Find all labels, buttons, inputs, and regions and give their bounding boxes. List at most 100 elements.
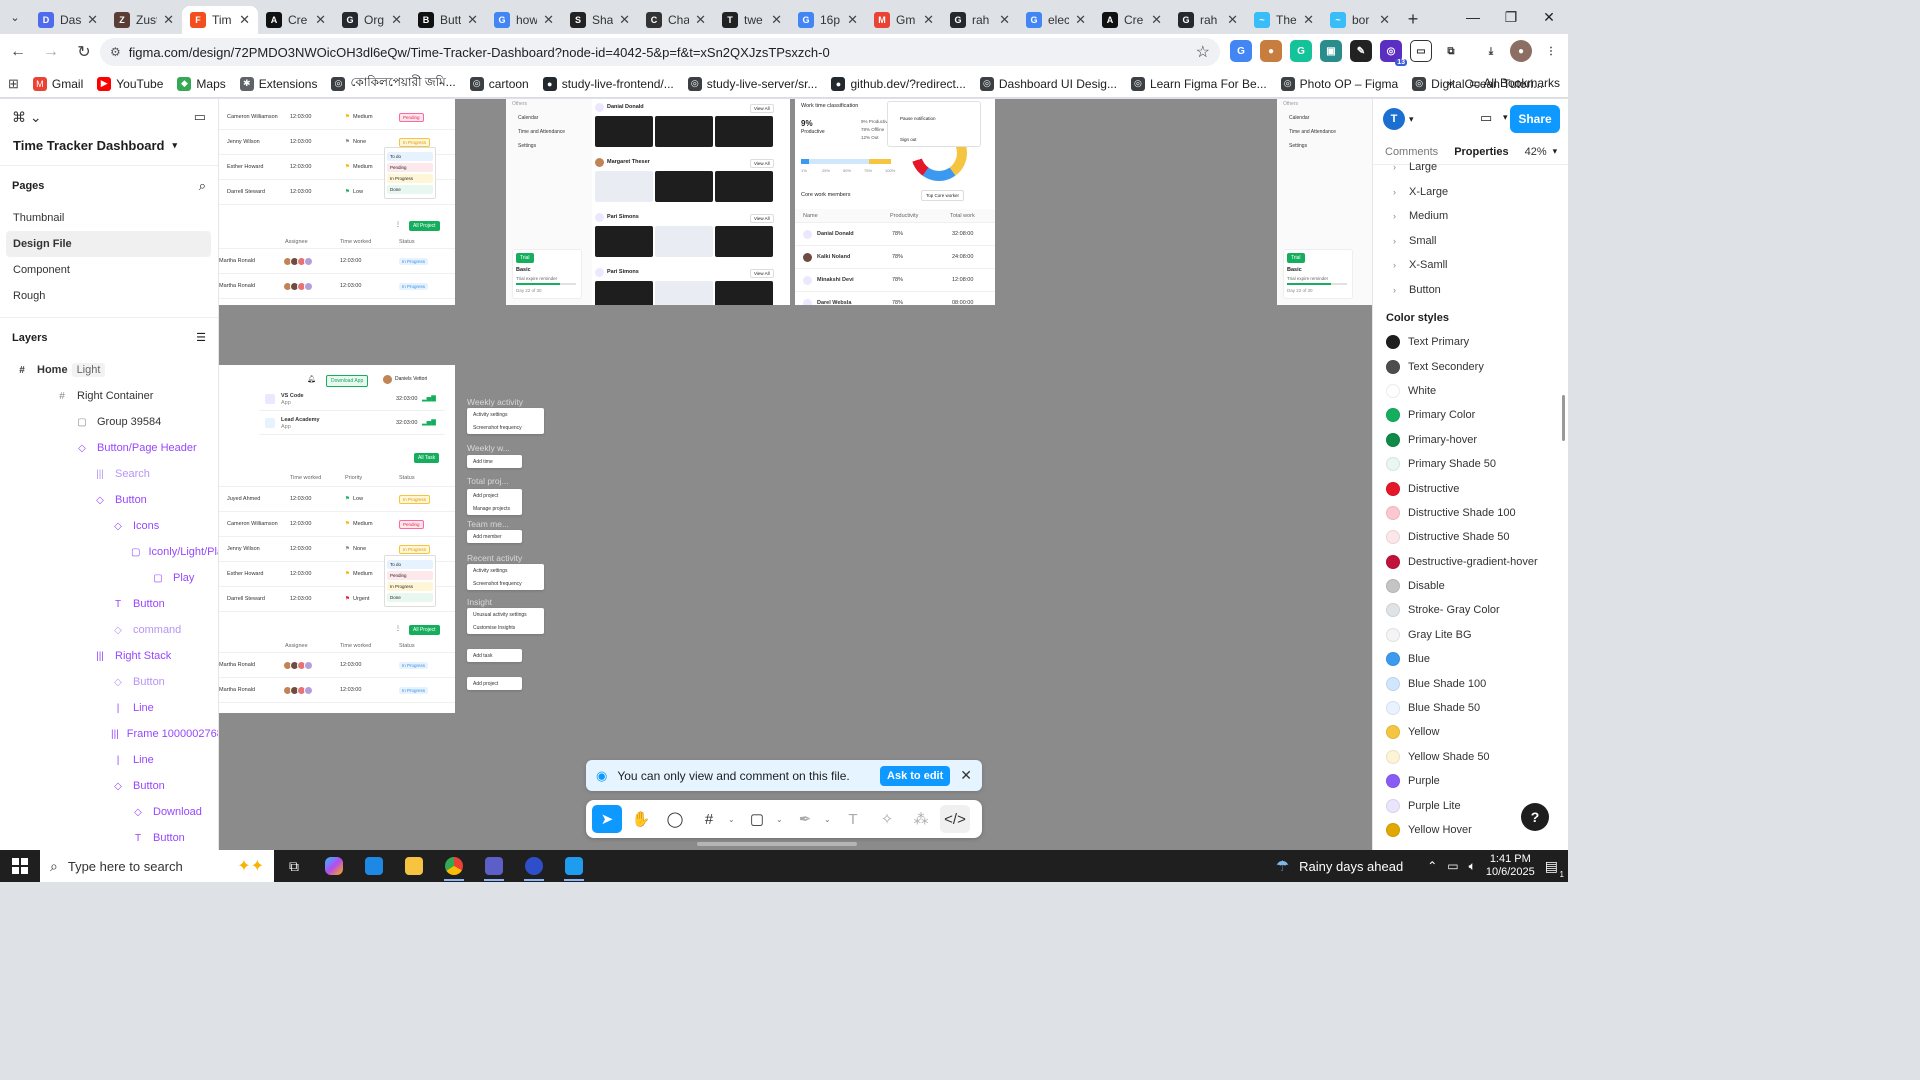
file-name-button[interactable]: Time Tracker Dashboard ▾ xyxy=(0,135,218,155)
all-project-button[interactable]: All Project xyxy=(409,221,440,231)
bell-icon[interactable]: 🔔︎ xyxy=(307,375,316,383)
all-bookmarks-link[interactable]: ▭ All Bookmarks xyxy=(1469,76,1560,90)
menu-option[interactable]: Unusual activity settings xyxy=(467,608,544,621)
more-options-icon[interactable]: ⋮ xyxy=(395,221,401,228)
all-task-button[interactable]: All Task xyxy=(414,453,440,463)
toggle-sidebar-icon[interactable]: ▭ xyxy=(194,109,206,125)
bookmark-item[interactable]: ◎ Dashboard UI Desig... xyxy=(979,74,1117,94)
status-option[interactable]: Pending xyxy=(387,163,433,172)
text-tool-icon[interactable]: T xyxy=(838,805,868,833)
frame-tool-icon[interactable]: # xyxy=(694,805,724,833)
reload-icon[interactable]: ↻ xyxy=(69,37,99,67)
menu-option[interactable]: Customise Insights xyxy=(467,621,544,634)
frame-screenshots[interactable]: Danial Donald View All Margaret Theser View… xyxy=(592,99,790,305)
color-style-item[interactable]: Distructive xyxy=(1373,476,1568,500)
close-tab-icon[interactable]: ✕ xyxy=(695,12,706,28)
frame-task-table-top[interactable]: Cameron Williamson 12:03:00 ⚑ Medium Pending… xyxy=(219,99,455,305)
extensions-puzzle-icon[interactable]: ⧉ xyxy=(1440,40,1462,62)
move-tool-icon[interactable]: ➤ xyxy=(592,805,622,833)
browser-menu-icon[interactable]: ⋮ xyxy=(1540,40,1562,62)
restore-icon[interactable]: ❐ xyxy=(1492,0,1530,34)
status-option[interactable]: Done xyxy=(387,593,433,602)
status-option[interactable]: To do xyxy=(387,152,433,161)
color-picker-extension-icon[interactable]: ✎ xyxy=(1350,40,1372,62)
color-style-item[interactable]: Yellow Shade 50 xyxy=(1373,745,1568,769)
color-style-item[interactable]: Distructive Shade 100 xyxy=(1373,501,1568,525)
close-tab-icon[interactable]: ✕ xyxy=(467,12,478,28)
zoom-level[interactable]: 42% xyxy=(1525,146,1547,158)
close-tab-icon[interactable]: ✕ xyxy=(999,12,1010,28)
view-all-button[interactable]: View All xyxy=(750,159,774,168)
screenshot-thumbnail[interactable] xyxy=(715,281,773,305)
browser-tab[interactable]: A Cre ✕ xyxy=(258,6,334,34)
chrome-taskbar-icon[interactable] xyxy=(434,850,474,882)
tab-comments[interactable]: Comments xyxy=(1385,146,1438,158)
browser-tab[interactable]: M Gm ✕ xyxy=(866,6,942,34)
tab-search-chevron-icon[interactable]: ⌄ xyxy=(0,0,30,34)
status-badge[interactable]: Pending xyxy=(399,519,424,529)
color-style-item[interactable]: Yellow xyxy=(1373,720,1568,744)
layer-item[interactable]: ||| Frame 1000002768 xyxy=(0,721,218,747)
taskbar-search-box[interactable]: ⌕ Type here to search ✦✦ xyxy=(40,850,274,882)
notification-icon[interactable]: ▤ 1 xyxy=(1545,858,1564,879)
layer-item[interactable]: ▢ Play xyxy=(0,565,218,591)
table-row[interactable]: Cameron Williamson 12:03:00 ⚑ Medium Pending xyxy=(219,512,455,537)
back-arrow-icon[interactable]: ← xyxy=(3,37,33,67)
close-tab-icon[interactable]: ✕ xyxy=(1379,12,1390,28)
close-toast-icon[interactable]: ✕ xyxy=(960,767,972,784)
text-style-item[interactable]: › Large xyxy=(1373,155,1568,180)
menu-option[interactable]: Add project xyxy=(467,677,522,690)
page-item[interactable]: Design File xyxy=(6,231,211,257)
browser-tab[interactable]: Ttwe ✕ xyxy=(714,6,790,34)
present-chevron-icon[interactable]: ▾ xyxy=(1503,112,1508,123)
layer-home[interactable]: # Home Light xyxy=(0,357,218,383)
close-tab-icon[interactable]: ✕ xyxy=(847,12,858,28)
screenshot-thumbnail[interactable] xyxy=(655,281,713,305)
text-style-item[interactable]: › X-Samll xyxy=(1373,253,1568,278)
screenshot-extension-icon[interactable]: ▣ xyxy=(1320,40,1342,62)
color-style-item[interactable]: Primary-hover xyxy=(1373,428,1568,452)
frame-tool-caret-icon[interactable]: ⌄ xyxy=(728,815,738,824)
core-filter-dropdown[interactable]: Top Core worker xyxy=(921,190,965,201)
color-style-item[interactable]: Blue Shade 50 xyxy=(1373,696,1568,720)
status-badge[interactable]: In Progress xyxy=(399,137,431,147)
menu-option[interactable]: Add task xyxy=(467,649,522,662)
new-tab-button[interactable]: + xyxy=(1398,5,1428,33)
view-all-button[interactable]: View All xyxy=(750,104,774,113)
bookmark-item[interactable]: ◎ Learn Figma For Be... xyxy=(1130,74,1267,94)
table-row[interactable]: Martha Ronald 12:03:00 In Progress xyxy=(219,274,455,299)
text-style-item[interactable]: › Medium xyxy=(1373,204,1568,229)
page-item[interactable]: Thumbnail xyxy=(0,205,211,231)
browser-tab[interactable]: F Tim ✕ xyxy=(182,6,258,34)
avatar-chevron-icon[interactable]: ▾ xyxy=(1409,114,1414,125)
bookmark-item[interactable]: ◎ কোকিলপেয়ারী জমি... xyxy=(331,74,456,94)
close-tab-icon[interactable]: ✕ xyxy=(87,12,98,28)
app-row[interactable]: VS Code App 32:03:00 ▂▅▇ xyxy=(259,387,445,411)
pen-tool-icon[interactable]: ✒ xyxy=(790,805,820,833)
shape-tool-caret-icon[interactable]: ⌄ xyxy=(776,815,786,824)
browser-tab[interactable]: ~ bor ✕ xyxy=(1322,6,1398,34)
bookmark-item[interactable]: ◎ cartoon xyxy=(469,74,529,94)
horizontal-scrollbar[interactable] xyxy=(697,842,857,846)
right-panel-scrollbar[interactable] xyxy=(1562,395,1565,441)
menu-option[interactable]: Add time xyxy=(467,455,522,468)
screenshot-thumbnail[interactable] xyxy=(595,226,653,257)
menu-option[interactable]: Manage projects xyxy=(467,502,522,515)
more-options-icon[interactable]: ⋮ xyxy=(395,625,401,632)
browser-tab[interactable]: Ghow ✕ xyxy=(486,6,562,34)
resources-tool-icon[interactable]: ⁂ xyxy=(906,805,936,833)
close-tab-icon[interactable]: ✕ xyxy=(771,12,782,28)
color-style-item[interactable]: Purple xyxy=(1373,769,1568,793)
screenshot-thumbnail[interactable] xyxy=(655,226,713,257)
page-item[interactable]: Rough xyxy=(0,283,211,309)
menu-option[interactable]: Screenshot frequency xyxy=(467,421,544,434)
collapse-layers-icon[interactable]: ☰ xyxy=(196,331,206,344)
close-tab-icon[interactable]: ✕ xyxy=(1151,12,1162,28)
search-pages-icon[interactable]: ⌕ xyxy=(199,178,206,194)
bookmark-item[interactable]: ● study-live-frontend/... xyxy=(542,74,674,94)
layer-item[interactable]: ◇ Button xyxy=(0,487,218,513)
table-row[interactable]: Martha Ronald 12:03:00 In Progress xyxy=(219,249,455,274)
shape-tool-icon[interactable]: ▢ xyxy=(742,805,772,833)
ai-tool-icon[interactable]: ✧ xyxy=(872,805,902,833)
translate-extension-icon[interactable]: G xyxy=(1230,40,1252,62)
